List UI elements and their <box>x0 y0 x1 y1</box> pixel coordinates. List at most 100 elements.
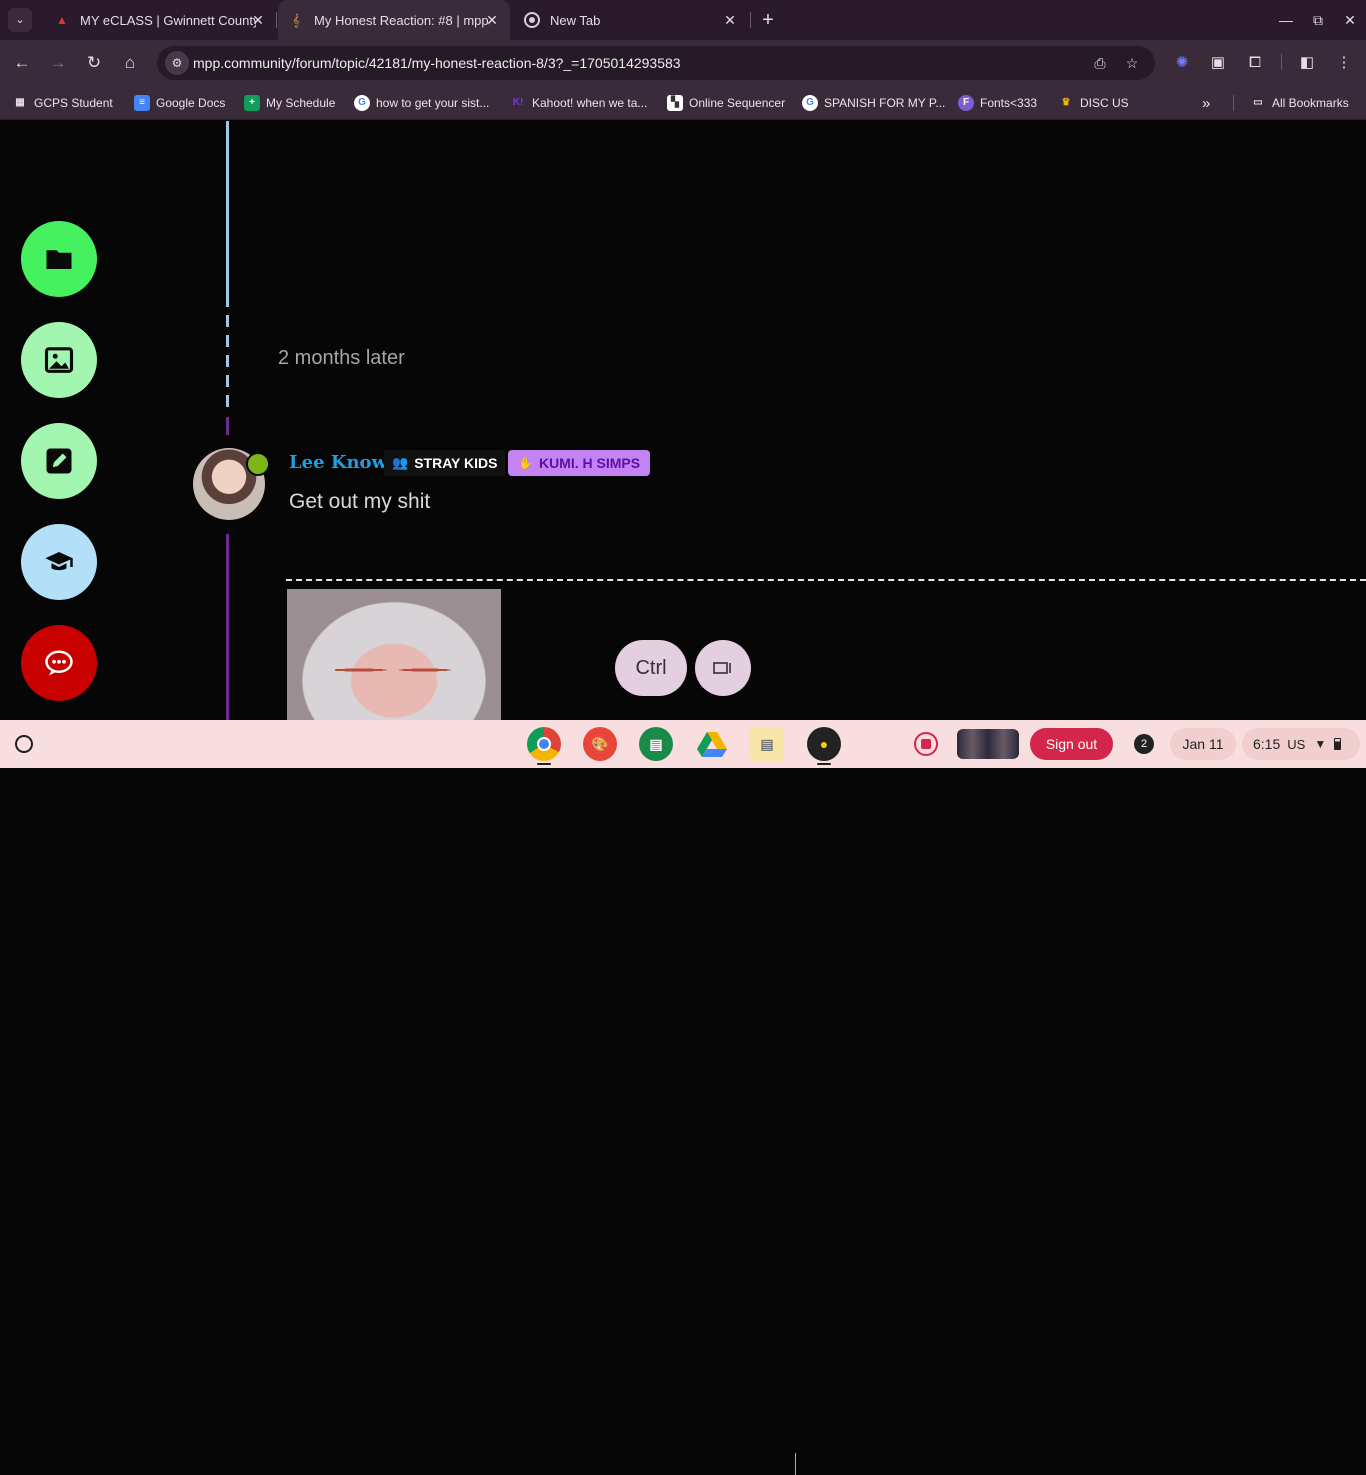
bookmark-gcps-student[interactable]: ▦ GCPS Student <box>12 93 113 113</box>
group-name: STRAY KIDS <box>414 455 498 471</box>
bookmark-kahoot[interactable]: K! Kahoot! when we ta... <box>510 93 648 113</box>
overview-key-overlay <box>695 640 751 696</box>
new-tab-button[interactable]: + <box>758 10 778 30</box>
close-window-icon[interactable]: ✕ <box>1337 8 1363 32</box>
forum-page: 2 months later Lee Know 👥 STRAY KIDS ✋ K… <box>0 121 1366 720</box>
user-badge[interactable]: ✋ KUMI. H SIMPS <box>508 450 651 476</box>
extension-reader-icon[interactable]: ▣ <box>1208 53 1228 73</box>
folder-icon: ▭ <box>1253 97 1263 108</box>
bookmark-label: Google Docs <box>156 96 226 110</box>
bookmark-label: Fonts<333 <box>980 96 1038 110</box>
wifi-icon: ▼ <box>1314 737 1327 751</box>
post-content: Get out my shit <box>289 490 431 513</box>
drive-icon[interactable] <box>695 727 729 761</box>
install-app-icon[interactable]: ⎙ <box>1090 54 1110 72</box>
chrome-favicon-icon <box>524 12 540 28</box>
bookmark-disc-us[interactable]: ♛ DISC US <box>1058 93 1129 113</box>
capture-thumbnail[interactable] <box>957 729 1019 759</box>
all-bookmarks-label: All Bookmarks <box>1272 96 1349 110</box>
tab-eclass[interactable]: ▲ MY eCLASS | Gwinnett County P ✕ <box>44 0 276 40</box>
extension-flower-icon[interactable]: ✺ <box>1172 53 1192 73</box>
bookmark-label: GCPS Student <box>34 96 113 110</box>
folder-icon <box>46 250 72 269</box>
timeline-line <box>226 417 229 435</box>
tab-title: My Honest Reaction: #8 | mpp.c <box>314 12 490 28</box>
os-shelf: 🎨 ▤ ▤ ● Sign out 2 Jan 11 6:15 US ▼ <box>0 720 1366 1475</box>
google-icon: G <box>802 95 818 111</box>
status-tray[interactable]: 6:15 US ▼ <box>1242 728 1360 760</box>
tab-title: MY eCLASS | Gwinnett County P <box>80 12 256 28</box>
kahoot-icon: K! <box>512 97 524 108</box>
launcher-icon[interactable] <box>15 735 33 753</box>
screen-record-icon[interactable] <box>914 732 938 756</box>
shelf-separator <box>795 1453 796 1475</box>
toolbar-separator <box>1281 54 1282 70</box>
home-icon[interactable]: ⌂ <box>118 51 142 75</box>
eclass-favicon-icon: ▲ <box>56 13 68 27</box>
bookmark-label: Kahoot! when we ta... <box>532 96 648 110</box>
bookmark-my-schedule[interactable]: + My Schedule <box>244 93 335 113</box>
chrome-icon[interactable] <box>527 727 561 761</box>
bookmarks-overflow-icon[interactable]: » <box>1202 93 1210 113</box>
minimize-icon[interactable]: — <box>1273 8 1299 32</box>
locale-label: US <box>1287 736 1306 752</box>
bookmark-spanish[interactable]: G SPANISH FOR MY P... <box>802 93 945 113</box>
bookmark-google-docs[interactable]: ≡ Google Docs <box>134 93 225 113</box>
timeline-line <box>226 534 229 720</box>
reload-icon[interactable]: ↻ <box>82 51 106 75</box>
bookmark-fonts[interactable]: F Fonts<333 <box>958 93 1037 113</box>
date-pill[interactable]: Jan 11 <box>1170 728 1236 760</box>
online-status-icon <box>246 452 270 476</box>
group-label[interactable]: 👥 STRAY KIDS <box>384 450 506 476</box>
bookmark-label: SPANISH FOR MY P... <box>824 96 946 110</box>
back-icon[interactable]: ← <box>10 51 34 75</box>
site-info-icon[interactable]: ⚙ <box>165 51 189 75</box>
close-tab-icon[interactable]: ✕ <box>484 12 500 28</box>
keep-icon[interactable]: ▤ <box>750 727 784 761</box>
folder-grid-icon: ▦ <box>15 97 25 108</box>
bookmark-online-sequencer[interactable]: ▚ Online Sequencer <box>667 93 785 113</box>
ctrl-key-label: Ctrl <box>635 656 667 679</box>
files-button[interactable] <box>21 221 97 297</box>
close-tab-icon[interactable]: ✕ <box>250 12 266 28</box>
clock-time: 6:15 <box>1253 736 1281 752</box>
edit-icon <box>46 448 72 474</box>
tab-mpp[interactable]: 𝄞 My Honest Reaction: #8 | mpp.c ✕ <box>278 0 510 40</box>
bookmark-star-icon[interactable]: ☆ <box>1122 54 1142 72</box>
bookmark-label: Online Sequencer <box>689 96 786 110</box>
extensions-puzzle-icon[interactable]: ⧠ <box>1245 53 1265 73</box>
bookmark-label: how to get your sist... <box>376 96 490 110</box>
notification-count-badge[interactable]: 2 <box>1134 734 1154 754</box>
more-menu-icon[interactable]: ⋮ <box>1334 53 1354 73</box>
graduation-cap-icon <box>45 552 73 571</box>
docs-icon: ≡ <box>134 95 150 111</box>
chat-icon <box>45 650 73 676</box>
mpp-favicon-icon: 𝄞 <box>292 12 300 27</box>
tab-search-button[interactable]: ⌄ <box>8 8 32 32</box>
all-bookmarks-button[interactable]: ▭ All Bookmarks <box>1250 93 1349 113</box>
learn-button[interactable] <box>21 524 97 600</box>
bookmark-how-to-get[interactable]: G how to get your sist... <box>354 93 489 113</box>
chat-app-icon[interactable]: ● <box>807 727 841 761</box>
close-tab-icon[interactable]: ✕ <box>722 12 738 28</box>
users-icon: 👥 <box>392 455 409 470</box>
forward-icon[interactable]: → <box>46 51 70 75</box>
compose-button[interactable] <box>21 423 97 499</box>
canvas-icon[interactable]: 🎨 <box>583 727 617 761</box>
image-icon <box>44 347 74 373</box>
chat-button[interactable] <box>21 625 97 701</box>
address-bar[interactable]: ⚙ mpp.community/forum/topic/42181/my-hon… <box>157 46 1155 80</box>
ctrl-key-overlay: Ctrl <box>615 640 687 696</box>
classroom-icon[interactable]: ▤ <box>639 727 673 761</box>
maximize-icon[interactable]: ⧉ <box>1305 8 1331 32</box>
side-panel-icon[interactable]: ◧ <box>1297 53 1317 73</box>
post-username[interactable]: Lee Know <box>289 452 387 473</box>
tab-new-tab[interactable]: New Tab ✕ <box>514 0 748 40</box>
images-button[interactable] <box>21 322 97 398</box>
url-text[interactable]: mpp.community/forum/topic/42181/my-hones… <box>193 55 681 71</box>
active-app-indicator <box>817 763 831 765</box>
browser-toolbar: ← → ↻ ⌂ ⚙ mpp.community/forum/topic/4218… <box>0 40 1366 86</box>
sign-out-button[interactable]: Sign out <box>1030 728 1113 760</box>
overview-icon <box>713 662 731 674</box>
post-image[interactable] <box>287 589 501 720</box>
